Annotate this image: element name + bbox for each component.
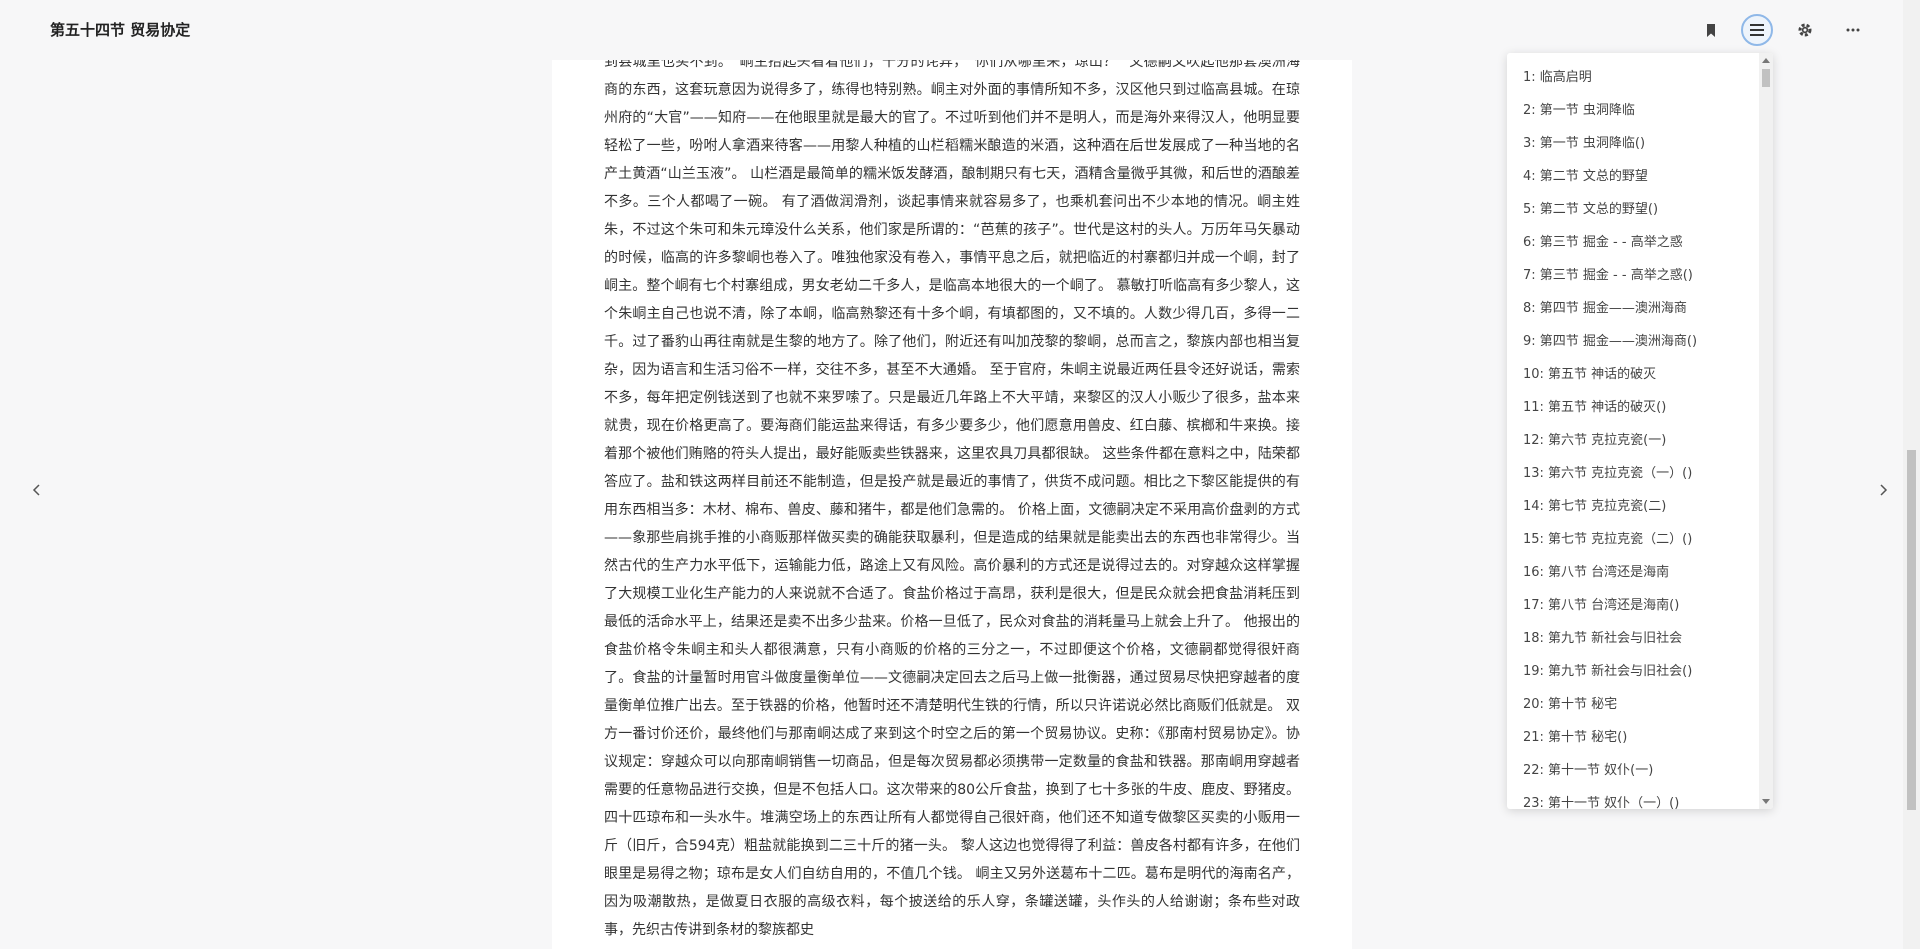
toc-item[interactable]: 8: 第四节 掘金——澳洲海商 xyxy=(1507,292,1759,325)
top-bar: 第五十四节 贸易协定 xyxy=(0,0,1920,60)
scroll-up-arrow-icon[interactable] xyxy=(1762,58,1770,63)
toc-item[interactable]: 1: 临高启明 xyxy=(1507,61,1759,94)
toc-item[interactable]: 12: 第六节 克拉克瓷(一) xyxy=(1507,424,1759,457)
window-scroll-thumb[interactable] xyxy=(1907,450,1916,810)
toc-item[interactable]: 13: 第六节 克拉克瓷（一）() xyxy=(1507,457,1759,490)
toc-item[interactable]: 9: 第四节 掘金——澳洲海商() xyxy=(1507,325,1759,358)
prev-page-button[interactable] xyxy=(26,480,46,500)
list-icon xyxy=(1750,24,1764,36)
toc-item[interactable]: 2: 第一节 虫洞降临 xyxy=(1507,94,1759,127)
toc-item[interactable]: 15: 第七节 克拉克瓷（二）() xyxy=(1507,523,1759,556)
reading-page: 到县城里也买不到。“峒主抬起头看着他们，十分的诧异，“你们从哪里来，琼山？” 文… xyxy=(552,60,1352,949)
scroll-down-arrow-icon[interactable] xyxy=(1762,799,1770,804)
gear-icon xyxy=(1798,23,1812,37)
more-button[interactable] xyxy=(1837,14,1869,46)
toc-item[interactable]: 3: 第一节 虫洞降临() xyxy=(1507,127,1759,160)
chapter-body: 到县城里也买不到。“峒主抬起头看着他们，十分的诧异，“你们从哪里来，琼山？” 文… xyxy=(604,60,1300,944)
toc-item[interactable]: 22: 第十一节 奴仆(一) xyxy=(1507,754,1759,787)
toc-scrollbar[interactable] xyxy=(1759,53,1773,809)
chevron-right-icon xyxy=(1880,484,1888,496)
settings-button[interactable] xyxy=(1789,14,1821,46)
bookmark-icon xyxy=(1707,23,1715,37)
toc-item[interactable]: 5: 第二节 文总的野望() xyxy=(1507,193,1759,226)
toc-panel: 1: 临高启明 2: 第一节 虫洞降临 3: 第一节 虫洞降临() 4: 第二节… xyxy=(1507,53,1773,809)
toc-item[interactable]: 4: 第二节 文总的野望 xyxy=(1507,160,1759,193)
toc-item[interactable]: 18: 第九节 新社会与旧社会 xyxy=(1507,622,1759,655)
toc-item[interactable]: 10: 第五节 神话的破灭 xyxy=(1507,358,1759,391)
toc-button[interactable] xyxy=(1741,14,1773,46)
chapter-paragraph: 到县城里也买不到。“峒主抬起头看着他们，十分的诧异，“你们从哪里来，琼山？” 文… xyxy=(604,60,1300,938)
toc-item[interactable]: 21: 第十节 秘宅() xyxy=(1507,721,1759,754)
toc-scroll-thumb[interactable] xyxy=(1762,69,1770,87)
toc-item[interactable]: 17: 第八节 台湾还是海南() xyxy=(1507,589,1759,622)
toc-item[interactable]: 6: 第三节 掘金 - - 高举之惑 xyxy=(1507,226,1759,259)
next-page-button[interactable] xyxy=(1874,480,1894,500)
chevron-left-icon xyxy=(32,484,40,496)
bookmark-button[interactable] xyxy=(1695,14,1727,46)
toc-item[interactable]: 23: 第十一节 奴仆（一）() xyxy=(1507,787,1759,809)
toc-item[interactable]: 11: 第五节 神话的破灭() xyxy=(1507,391,1759,424)
toc-item[interactable]: 7: 第三节 掘金 - - 高举之惑() xyxy=(1507,259,1759,292)
toc-list: 1: 临高启明 2: 第一节 虫洞降临 3: 第一节 虫洞降临() 4: 第二节… xyxy=(1507,53,1759,809)
toc-item[interactable]: 14: 第七节 克拉克瓷(二) xyxy=(1507,490,1759,523)
toc-item[interactable]: 20: 第十节 秘宅 xyxy=(1507,688,1759,721)
window-scrollbar[interactable] xyxy=(1903,0,1920,949)
toc-item[interactable]: 16: 第八节 台湾还是海南 xyxy=(1507,556,1759,589)
toc-item[interactable]: 19: 第九节 新社会与旧社会() xyxy=(1507,655,1759,688)
more-horizontal-icon xyxy=(1846,28,1860,32)
chapter-title: 第五十四节 贸易协定 xyxy=(50,21,191,39)
